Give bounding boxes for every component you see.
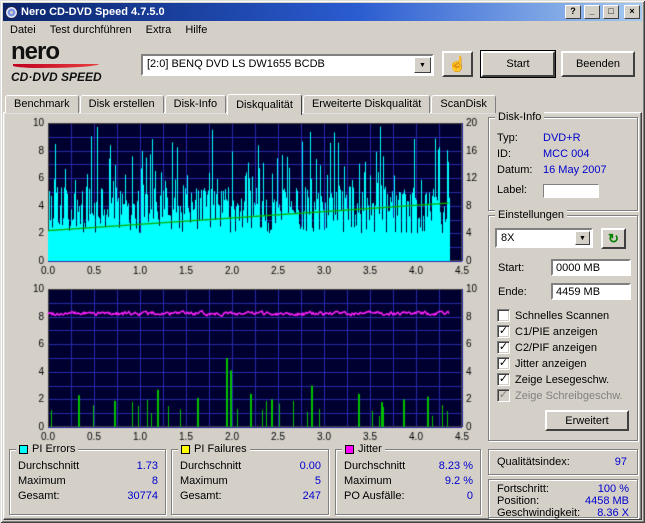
checkbox-icon	[497, 389, 510, 402]
quality-index-group: Qualitätsindex: 97	[488, 449, 638, 475]
start-position-label: Start:	[498, 262, 524, 274]
disk-info-group: Disk-Info Typ:DVD+R ID:MCC 004 Datum:16 …	[488, 117, 638, 211]
hand-icon: ☝	[448, 55, 467, 73]
disk-id-row: ID:MCC 004	[497, 148, 589, 161]
drive-action-button[interactable]: ☝	[442, 51, 473, 77]
app-icon	[5, 6, 18, 19]
position-row: Position: 4458 MB	[497, 495, 629, 507]
menu-hilfe[interactable]: Hilfe	[178, 22, 214, 38]
checkbox-icon	[497, 325, 510, 338]
end-position-label: Ende:	[498, 286, 527, 298]
stat-row: Durchschnitt0.00	[180, 460, 321, 473]
stat-row: Maximum8	[18, 475, 158, 488]
disk-id-value: MCC 004	[543, 148, 589, 160]
toolbar: nero CD·DVD SPEED [2:0] BENQ DVD LS DW16…	[3, 39, 642, 91]
disk-type-value: DVD+R	[543, 132, 581, 144]
checkbox-zeige-schreibgeschw: Zeige Schreibgeschw.	[497, 388, 623, 403]
progress-value: 100 %	[598, 483, 629, 495]
quit-button[interactable]: Beenden	[561, 51, 635, 77]
quality-index-value: 97	[615, 456, 627, 468]
diskqualitaet-page: Disk-Info Typ:DVD+R ID:MCC 004 Datum:16 …	[3, 112, 642, 520]
disk-label-field	[543, 184, 599, 198]
menu-bar: Datei Test durchführen Extra Hilfe	[3, 21, 642, 39]
tab-disk-erstellen[interactable]: Disk erstellen	[80, 95, 164, 113]
disk-date-value: 16 May 2007	[543, 164, 607, 176]
minimize-button[interactable]: _	[584, 5, 600, 19]
checkbox-schnelles-scannen[interactable]: Schnelles Scannen	[497, 308, 609, 323]
jitter-stats-group: Jitter Durchschnitt8.23 % Maximum9.2 % P…	[335, 449, 481, 515]
disk-type-row: Typ:DVD+R	[497, 132, 581, 145]
checkbox-icon	[497, 373, 510, 386]
jitter-legend: Jitter	[342, 443, 385, 456]
checkbox-icon	[497, 357, 510, 370]
menu-extra[interactable]: Extra	[139, 22, 179, 38]
settings-group: Einstellungen 8X ▼ ↻ Start: Ende: Schnel…	[488, 215, 638, 441]
start-position-input[interactable]	[551, 259, 631, 276]
refresh-speeds-button[interactable]: ↻	[601, 228, 626, 249]
stat-row: Gesamt:247	[180, 490, 321, 503]
tab-benchmark[interactable]: Benchmark	[5, 95, 79, 113]
titlebar[interactable]: Nero CD-DVD Speed 4.7.5.0 ? _ □ ×	[3, 3, 642, 21]
help-button[interactable]: ?	[565, 5, 581, 19]
app-window: Nero CD-DVD Speed 4.7.5.0 ? _ □ × Datei …	[0, 0, 645, 523]
stat-row: Durchschnitt1.73	[18, 460, 158, 473]
maximize-button[interactable]: □	[603, 5, 619, 19]
tab-diskqualitaet[interactable]: Diskqualität	[227, 94, 302, 115]
jitter-pif-chart	[6, 281, 486, 445]
disk-label-row: Label:	[497, 184, 543, 197]
speed-row: Geschwindigkeit: 8.36 X	[497, 507, 629, 519]
position-value: 4458 MB	[585, 495, 629, 507]
start-button[interactable]: Start	[481, 51, 555, 77]
menu-test-durchfuehren[interactable]: Test durchführen	[43, 22, 139, 38]
pi-errors-chart	[6, 115, 486, 279]
tab-scandisk[interactable]: ScanDisk	[431, 95, 495, 113]
checkbox-icon	[497, 309, 510, 322]
pi-failures-legend: PI Failures	[178, 443, 250, 456]
speed-value: 8.36 X	[597, 507, 629, 519]
disk-date-row: Datum:16 May 2007	[497, 164, 607, 177]
checkbox-icon	[497, 341, 510, 354]
checkbox-c1-pie-anzeigen[interactable]: C1/PIE anzeigen	[497, 324, 598, 339]
pi-errors-stats-group: PI Errors Durchschnitt1.73 Maximum8 Gesa…	[9, 449, 166, 515]
disk-info-title: Disk-Info	[495, 111, 544, 124]
speed-select[interactable]: 8X ▼	[495, 228, 593, 248]
stat-row: Maximum5	[180, 475, 321, 488]
checkbox-zeige-lesegeschw[interactable]: Zeige Lesegeschw.	[497, 372, 609, 387]
chevron-down-icon[interactable]: ▼	[575, 231, 590, 245]
stat-row: Gesamt:30774	[18, 490, 158, 503]
close-button[interactable]: ×	[624, 5, 640, 19]
tab-strip: Benchmark Disk erstellen Disk-Info Diskq…	[3, 92, 642, 113]
jitter-color-icon	[345, 445, 354, 454]
drive-select[interactable]: [2:0] BENQ DVD LS DW1655 BCDB ▼	[141, 54, 434, 76]
checkbox-jitter-anzeigen[interactable]: Jitter anzeigen	[497, 356, 587, 371]
drive-select-value: [2:0] BENQ DVD LS DW1655 BCDB	[143, 56, 432, 70]
advanced-button[interactable]: Erweitert	[545, 410, 629, 431]
progress-group: Fortschritt: 100 % Position: 4458 MB Ges…	[488, 479, 638, 518]
progress-row: Fortschritt: 100 %	[497, 483, 629, 495]
logo-subtext: CD·DVD SPEED	[11, 70, 139, 84]
checkbox-c2-pif-anzeigen[interactable]: C2/PIF anzeigen	[497, 340, 597, 355]
pi-errors-color-icon	[19, 445, 28, 454]
pi-failures-stats-group: PI Failures Durchschnitt0.00 Maximum5 Ge…	[171, 449, 329, 515]
stat-row: PO Ausfälle:0	[344, 490, 473, 503]
tab-disk-info[interactable]: Disk-Info	[165, 95, 226, 113]
logo-text: nero	[11, 41, 139, 63]
end-position-input[interactable]	[551, 283, 631, 300]
chevron-down-icon[interactable]: ▼	[414, 57, 431, 73]
window-title: Nero CD-DVD Speed 4.7.5.0	[21, 6, 562, 18]
stat-row: Maximum9.2 %	[344, 475, 473, 488]
tab-erweiterte-diskqualitaet[interactable]: Erweiterte Diskqualität	[303, 95, 430, 113]
stat-row: Durchschnitt8.23 %	[344, 460, 473, 473]
quality-index-row: Qualitätsindex: 97	[497, 456, 629, 468]
pi-errors-legend: PI Errors	[16, 443, 78, 456]
nero-logo: nero CD·DVD SPEED	[11, 41, 139, 84]
pi-failures-color-icon	[181, 445, 190, 454]
menu-datei[interactable]: Datei	[3, 22, 43, 38]
settings-title: Einstellungen	[495, 209, 567, 222]
refresh-icon: ↻	[608, 231, 619, 247]
